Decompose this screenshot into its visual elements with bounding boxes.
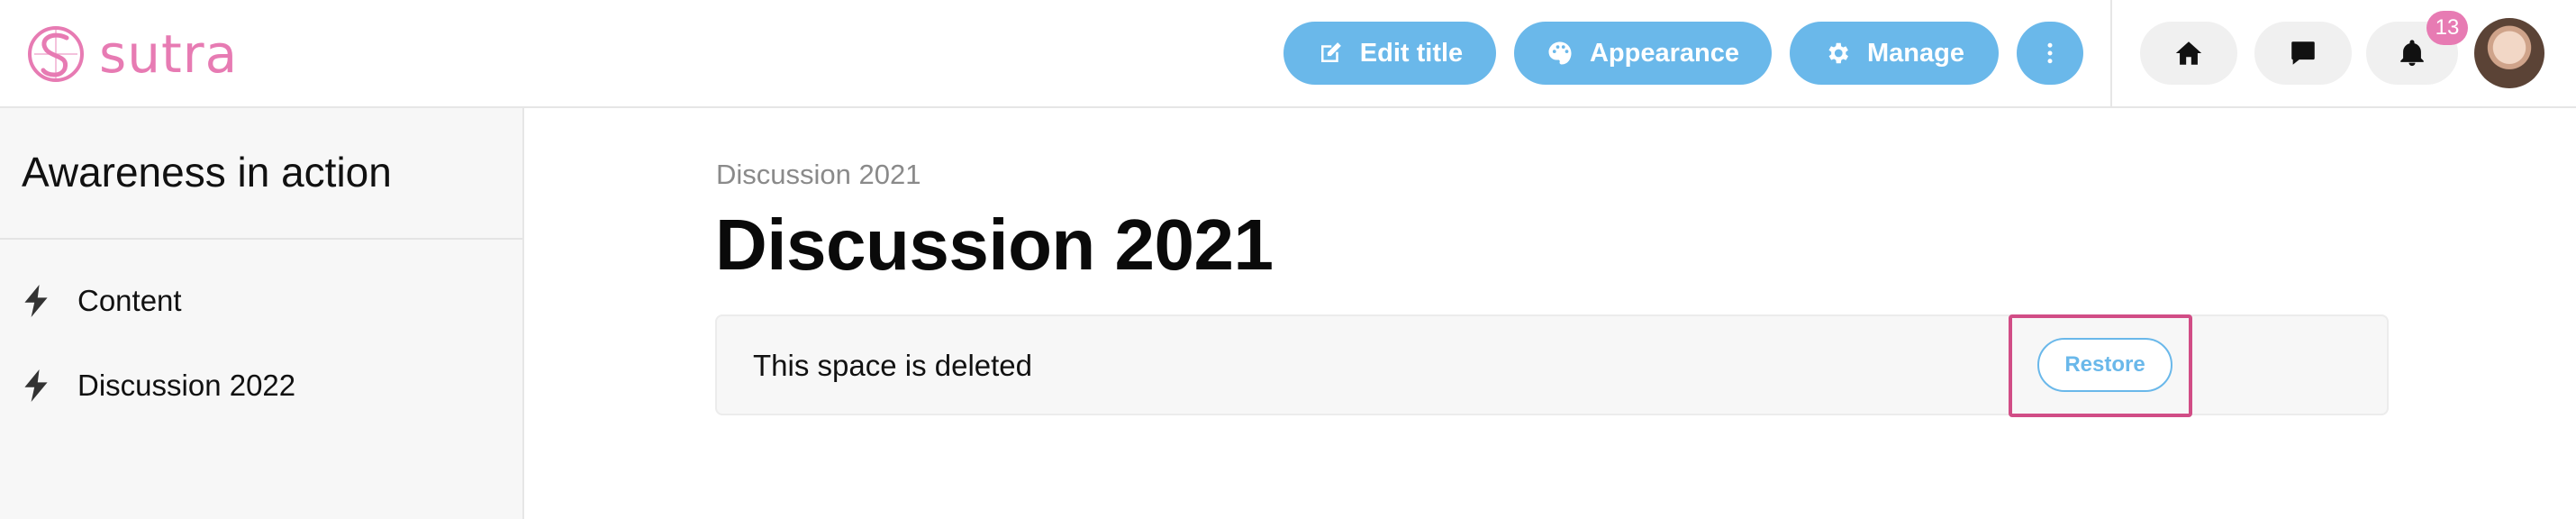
- more-options-button[interactable]: [2017, 22, 2083, 85]
- lightning-bolt-icon: [24, 285, 48, 317]
- space-title: Awareness in action: [22, 149, 392, 196]
- sidebar-item-label: Discussion 2022: [77, 369, 296, 402]
- notification-count-badge: 13: [2426, 11, 2468, 45]
- appearance-label: Appearance: [1589, 38, 1739, 68]
- pencil-square-icon: [1320, 42, 1341, 62]
- chat-bubble-icon: [2291, 41, 2315, 65]
- appearance-button[interactable]: Appearance: [1514, 22, 1772, 85]
- messages-button[interactable]: [2254, 22, 2352, 85]
- sidebar-item-content[interactable]: Content: [22, 274, 182, 328]
- sidebar: Awareness in action Content Discussion 2…: [0, 108, 524, 519]
- manage-label: Manage: [1867, 38, 1964, 68]
- sidebar-item-label: Content: [77, 284, 182, 317]
- brand-name: sutra: [99, 23, 239, 85]
- gear-icon: [1828, 42, 1848, 64]
- sidebar-item-discussion-2022[interactable]: Discussion 2022: [22, 359, 295, 413]
- header-divider: [2110, 0, 2112, 108]
- lightning-bolt-icon: [24, 369, 48, 402]
- home-icon: [2175, 41, 2202, 65]
- deleted-space-notice: This space is deleted Restore: [715, 314, 2389, 417]
- notice-text: This space is deleted: [753, 349, 1033, 382]
- breadcrumb[interactable]: Discussion 2021: [716, 159, 921, 191]
- palette-icon: [1548, 41, 1572, 65]
- edit-title-label: Edit title: [1359, 38, 1464, 68]
- restore-button[interactable]: Restore: [2037, 338, 2172, 392]
- user-avatar[interactable]: [2474, 18, 2544, 88]
- manage-button[interactable]: Manage: [1790, 22, 1999, 85]
- brand-logo[interactable]: sutra: [25, 22, 238, 86]
- sidebar-divider: [0, 238, 522, 240]
- home-button[interactable]: [2140, 22, 2237, 85]
- page-title: Discussion 2021: [715, 205, 1274, 285]
- bell-icon: [2400, 40, 2424, 67]
- sutra-logo-icon: [28, 26, 84, 82]
- top-header: sutra Edit title Appearance Manage 13: [0, 0, 2576, 108]
- vertical-ellipsis-icon: [2047, 42, 2053, 64]
- edit-title-button[interactable]: Edit title: [1283, 22, 1496, 85]
